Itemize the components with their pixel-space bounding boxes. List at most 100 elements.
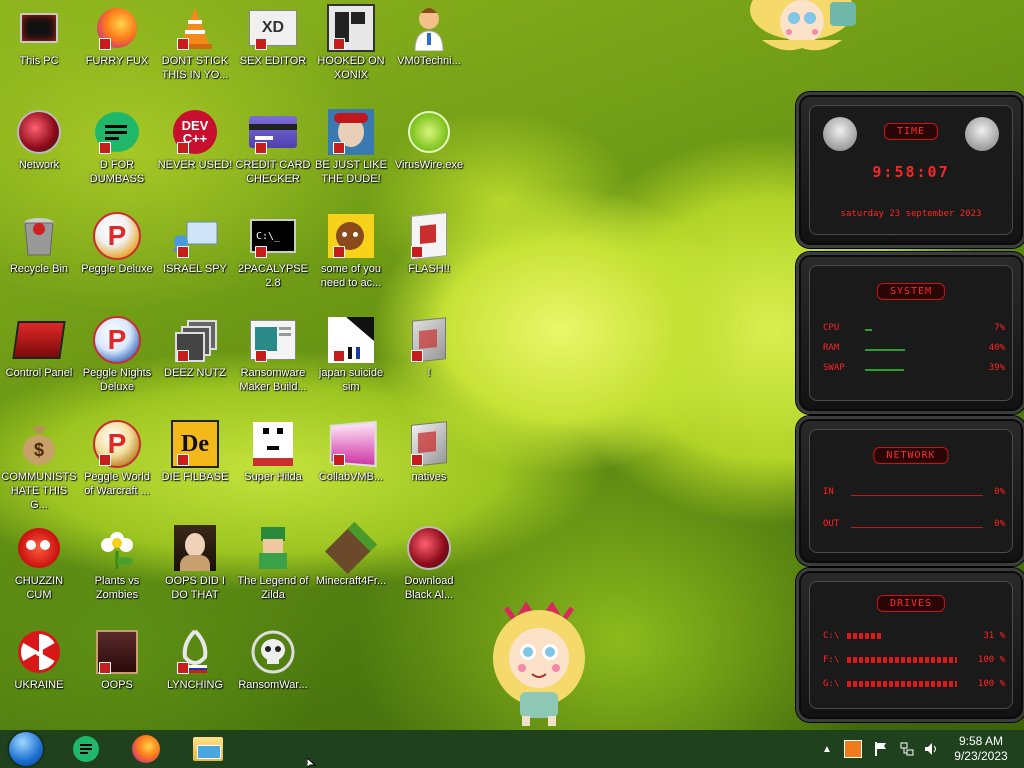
start-button[interactable] <box>4 730 48 768</box>
network-out-value: 0% <box>994 519 1005 529</box>
blank-file-icon <box>405 316 453 364</box>
desktop-icon-label: Ransomware Maker Build... <box>239 367 307 393</box>
credit-card-icon <box>249 108 297 156</box>
computer-icon <box>15 4 63 52</box>
drive-row-value: 31 % <box>983 631 1005 641</box>
network-in-graph <box>851 495 983 496</box>
desktop-icon[interactable]: HOOKED ON XONIX <box>312 4 390 82</box>
tray-app-button[interactable] <box>842 730 864 768</box>
desktop-icon[interactable]: DONT STICK THIS IN YO... <box>156 4 234 82</box>
desktop-icon[interactable]: OOPS <box>78 628 156 692</box>
network-in-value: 0% <box>994 487 1005 497</box>
taskbar-file-explorer[interactable] <box>186 730 230 768</box>
flower-icon <box>93 524 141 572</box>
shortcut-badge-icon <box>333 246 345 258</box>
taskbar-firefox[interactable] <box>124 730 168 768</box>
desktop-icon[interactable]: Network <box>0 108 78 172</box>
desktop-icon[interactable]: ! <box>390 316 468 380</box>
show-hidden-icons-button[interactable]: ▲ <box>818 730 836 768</box>
desktop-icon[interactable]: UKRAINE <box>0 628 78 692</box>
tray-time: 9:58 AM <box>958 734 1004 748</box>
desktop-icon[interactable]: japan suicide sim <box>312 316 390 394</box>
desktop-icon[interactable]: CREDIT CARD CHECKER <box>234 108 312 186</box>
action-center-flag-button[interactable] <box>870 730 892 768</box>
window-app-icon <box>249 316 297 364</box>
stacked-windows-icon <box>171 316 219 364</box>
volume-tray-button[interactable] <box>920 730 942 768</box>
desktop-icon[interactable]: DEV C++ NEVER USED! <box>156 108 234 172</box>
desktop-icon[interactable]: ISRAEL SPY <box>156 212 234 276</box>
desktop-icon[interactable]: P Peggle Deluxe <box>78 212 156 276</box>
shortcut-badge-icon <box>333 142 345 154</box>
desktop-icon[interactable]: This PC <box>0 4 78 68</box>
drives-widget: DRIVES C:\ 31 % F:\ 100 % G:\ 100 % <box>796 568 1024 722</box>
desktop-icon-label: 2PACALYPSE 2.8 <box>238 263 308 289</box>
desktop-icon[interactable]: some of you need to ac... <box>312 212 390 290</box>
desktop-icon-label: CHUZZIN CUM <box>14 575 64 601</box>
desktop-icon-label: UKRAINE <box>14 679 64 691</box>
system-row-bar <box>865 369 904 371</box>
desktop-icon[interactable]: Super Hilda <box>234 420 312 484</box>
desktop-icon[interactable]: Download Black Al... <box>390 524 468 602</box>
lynching-icon <box>171 628 219 676</box>
desktop-icon-label: CREDIT CARD CHECKER <box>235 159 311 185</box>
desktop-icon[interactable]: VM0Techni... <box>390 4 468 68</box>
desktop-icon[interactable]: CollabVMB... <box>312 420 390 484</box>
desktop-icon[interactable]: BE JUST LIKE THE DUDE! <box>312 108 390 186</box>
zilda-icon <box>249 524 297 572</box>
network-tray-button[interactable] <box>896 730 918 768</box>
shortcut-badge-icon <box>177 246 189 258</box>
shortcut-badge-icon <box>99 142 111 154</box>
desktop-icon[interactable]: Ransomware Maker Build... <box>234 316 312 394</box>
desktop-icon[interactable]: De DIE FILBASE <box>156 420 234 484</box>
desktop-icon-label: HOOKED ON XONIX <box>317 55 385 81</box>
tray-date: 9/23/2023 <box>954 749 1008 763</box>
system-row-bar <box>865 329 872 331</box>
desktop-icon-label: CollabVMB... <box>318 471 384 483</box>
skull-icon <box>249 628 297 676</box>
network-in-label: IN <box>823 487 834 497</box>
desktop-icon-label: FURRY FUX <box>85 55 149 67</box>
desktop-icon[interactable]: P Peggle World of Warcraft ... <box>78 420 156 498</box>
desktop-icon[interactable]: VirusWire.exe <box>390 108 468 172</box>
desktop-icon[interactable]: Plants vs Zombies <box>78 524 156 602</box>
clock-button[interactable]: 9:58 AM 9/23/2023 <box>946 730 1016 768</box>
system-row-label: SWAP <box>823 363 845 373</box>
system-title: SYSTEM <box>876 283 946 300</box>
devcpp-icon: DEV C++ <box>171 108 219 156</box>
desktop-icon[interactable]: natives <box>390 420 468 484</box>
firefox-icon <box>132 735 160 763</box>
desktop-icon[interactable]: OOPS DID I DO THAT <box>156 524 234 602</box>
desktop-icon[interactable]: FLASH!! <box>390 212 468 276</box>
shortcut-badge-icon <box>411 454 423 466</box>
desktop-icon[interactable]: Recycle Bin <box>0 212 78 276</box>
shortcut-badge-icon <box>255 142 267 154</box>
desktop-icon-label: Control Panel <box>5 367 73 379</box>
desktop-icon-label: ! <box>427 367 431 379</box>
desktop-icon[interactable]: D FOR DUMBASS <box>78 108 156 186</box>
desktop-icon[interactable]: Control Panel <box>0 316 78 380</box>
desktop-icon[interactable]: The Legend of Zilda <box>234 524 312 602</box>
desktop-icon[interactable]: DEEZ NUTZ <box>156 316 234 380</box>
desktop-icon[interactable]: LYNCHING <box>156 628 234 692</box>
network-out-label: OUT <box>823 519 840 529</box>
desktop-icon[interactable]: XD SEX EDITOR <box>234 4 312 68</box>
desktop-icon-label: RansomWar... <box>238 679 308 691</box>
date-readout: saturday 23 september 2023 <box>840 209 982 219</box>
drive-usage-bar <box>847 657 957 663</box>
desktop-icon[interactable]: Minecraft4Fr... <box>312 521 390 588</box>
dude-icon <box>327 108 375 156</box>
desktop-icon[interactable]: RansomWar... <box>234 628 312 692</box>
shortcut-badge-icon <box>177 350 189 362</box>
globe-icon <box>405 524 453 572</box>
de-icon: De <box>171 420 219 468</box>
taskbar-chat-app[interactable] <box>64 730 108 768</box>
oops-book-icon <box>93 628 141 676</box>
chuzzle-icon <box>15 524 63 572</box>
shortcut-badge-icon <box>177 142 189 154</box>
desktop-icon[interactable]: C:\_ 2PACALYPSE 2.8 <box>234 212 312 290</box>
desktop-icon[interactable]: P Peggle Nights Deluxe <box>78 316 156 394</box>
desktop-icon[interactable]: CHUZZIN CUM <box>0 524 78 602</box>
desktop-icon[interactable]: $ COMMUNISTS HATE THIS G... <box>0 420 78 512</box>
desktop-icon[interactable]: FURRY FUX <box>78 4 156 68</box>
